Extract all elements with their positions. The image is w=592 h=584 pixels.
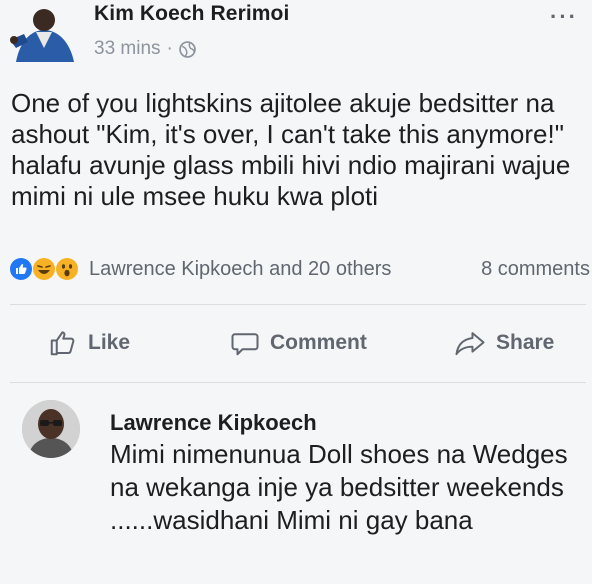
laugh-icon [33,258,55,280]
post-card: Kim Koech Rerimoi 33 mins · ··· One of y… [0,0,592,584]
commenter-avatar[interactable] [22,400,80,458]
post-text: One of you lightskins ajitolee akuje bed… [11,88,571,211]
post-meta: 33 mins · [94,38,196,60]
thumbs-up-icon [50,331,75,356]
more-options-icon[interactable]: ··· [550,4,578,30]
globe-icon[interactable] [179,40,196,58]
meta-separator: · [166,38,173,59]
comment-label: Comment [270,331,367,354]
comments-count[interactable]: 8 comments [481,258,590,281]
wow-icon [56,258,78,280]
reaction-icons[interactable] [10,258,79,280]
post-author-name[interactable]: Kim Koech Rerimoi [94,2,289,26]
like-label: Like [88,331,131,354]
reactions-bar: Lawrence Kipkoech and 20 others 8 commen… [10,254,590,284]
comment-button[interactable]: Comment [230,328,367,358]
divider [10,382,586,383]
comment-text: Mimi nimenunua Doll shoes na Wedges na w… [110,439,568,535]
post-actions: Like Comment Share [0,322,592,364]
reactors-summary[interactable]: Lawrence Kipkoech and 20 others [89,258,481,281]
share-arrow-icon [455,332,485,356]
like-button[interactable]: Like [48,328,130,358]
like-icon [10,258,32,280]
share-button[interactable]: Share [454,328,554,358]
divider [10,304,586,305]
comment-author-name[interactable]: Lawrence Kipkoech [110,410,317,436]
author-avatar[interactable] [6,0,76,62]
comment-bubble-icon [231,333,259,356]
share-label: Share [496,331,555,354]
post-time[interactable]: 33 mins [94,38,161,60]
